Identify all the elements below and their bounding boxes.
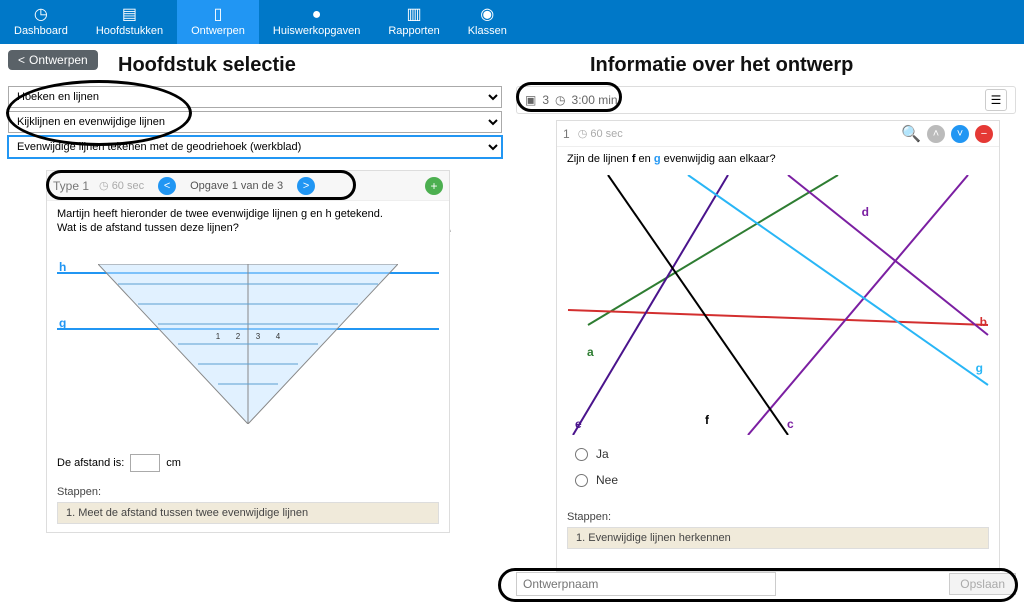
line-label-c: c <box>787 417 794 431</box>
line-label-b: b <box>980 315 987 329</box>
remove-button[interactable]: − <box>975 125 993 143</box>
chevron-up-icon: ˄ <box>933 128 939 140</box>
answer-label: De afstand is: <box>57 457 124 469</box>
back-label: Ontwerpen <box>29 53 88 67</box>
option-no-radio[interactable] <box>575 474 588 487</box>
line-label-g: g <box>59 316 66 330</box>
opgave-preview-card: Type 1 ◷ 60 sec < Opgave 1 van de 3 > + … <box>46 170 450 533</box>
line-label-a: a <box>587 345 594 359</box>
nav-ontwerpen-label: Ontwerpen <box>191 25 245 37</box>
line-label-f: f <box>705 413 709 427</box>
nav-klassen-label: Klassen <box>468 25 507 37</box>
person-icon: ◉ <box>480 7 494 23</box>
opslaan-label: Opslaan <box>960 577 1005 591</box>
svg-text:4: 4 <box>276 332 281 341</box>
opgave-pager: Opgave 1 van de 3 <box>190 180 283 192</box>
answer-input[interactable] <box>130 454 160 472</box>
option-yes-label: Ja <box>596 447 609 461</box>
chevron-right-icon: > <box>303 180 309 192</box>
svg-text:3: 3 <box>256 332 261 341</box>
select-onderwerp[interactable]: Kijklijnen en evenwijdige lijnen <box>8 111 502 133</box>
item-time: ◷ 60 sec <box>578 127 623 140</box>
title-hoofdstuk-selectie: Hoofdstuk selectie <box>118 54 296 77</box>
lines-figure: a b c d e f g <box>567 175 989 435</box>
nav-dashboard-label: Dashboard <box>14 25 68 37</box>
line-label-d: d <box>862 205 869 219</box>
svg-text:2: 2 <box>236 332 241 341</box>
gauge-icon: ◷ <box>34 7 48 23</box>
opgave-type: Type 1 <box>53 179 89 193</box>
steps-header-left: Stappen: <box>47 482 449 502</box>
clock-icon: ◷ <box>555 93 565 107</box>
line-label-g-right: g <box>976 361 983 375</box>
geodriehoek-icon: 1 2 3 4 <box>98 264 398 424</box>
nav-ontwerpen[interactable]: ▯ Ontwerpen <box>177 0 259 44</box>
book-icon: ▤ <box>122 7 137 23</box>
answer-unit: cm <box>166 457 181 469</box>
prev-opgave-button[interactable]: < <box>158 177 176 195</box>
plus-icon: + <box>430 179 437 193</box>
list-icon: ☰ <box>991 93 1002 107</box>
move-up-button[interactable]: ˄ <box>927 125 945 143</box>
line-label-e: e <box>575 417 582 431</box>
ontwerp-time: 3:00 min <box>572 93 618 107</box>
back-button[interactable]: < Ontwerpen <box>8 50 98 70</box>
ontwerp-count: 3 <box>542 93 549 107</box>
chevron-down-icon: ˅ <box>957 128 963 140</box>
file-icon: ▯ <box>214 7 223 23</box>
opslaan-button[interactable]: Opslaan <box>949 573 1016 595</box>
item-number: 1 <box>563 127 570 141</box>
option-yes-radio[interactable] <box>575 448 588 461</box>
nav-rapporten[interactable]: ▥ Rapporten <box>374 0 453 44</box>
nav-huiswerk[interactable]: ● Huiswerkopgaven <box>259 0 374 44</box>
minus-icon: − <box>981 128 987 140</box>
list-view-button[interactable]: ☰ <box>985 89 1007 111</box>
add-opgave-button[interactable]: + <box>425 177 443 195</box>
nav-hoofdstukken[interactable]: ▤ Hoofdstukken <box>82 0 177 44</box>
nav-klassen[interactable]: ◉ Klassen <box>454 0 521 44</box>
ontwerp-item-card: 1 ◷ 60 sec 🔍 ˄ ˅ − Zijn de lijnen f en g… <box>556 120 1000 572</box>
select-hoofdstuk[interactable]: Hoeken en lijnen <box>8 86 502 108</box>
move-down-button[interactable]: ˅ <box>951 125 969 143</box>
step-item-right: 1. Evenwijdige lijnen herkennen <box>567 527 989 549</box>
nav-dashboard[interactable]: ◷ Dashboard <box>0 0 82 44</box>
opgave-time: ◷ 60 sec <box>99 179 144 192</box>
opgave-text-line2: Wat is de afstand tussen deze lijnen? <box>57 221 439 235</box>
title-info-ontwerp: Informatie over het ontwerp <box>590 54 853 77</box>
magnifier-icon: 🔍 <box>901 126 921 143</box>
nav-rapporten-label: Rapporten <box>388 25 439 37</box>
option-no-label: Nee <box>596 473 618 487</box>
chevron-left-icon: < <box>18 53 25 67</box>
chart-icon: ▥ <box>406 7 421 23</box>
next-opgave-button[interactable]: > <box>297 177 315 195</box>
ontwerp-info-bar: ▣ 3 ◷ 3:00 min ☰ <box>516 86 1016 114</box>
option-no[interactable]: Nee <box>575 473 981 487</box>
items-icon: ▣ <box>525 93 536 107</box>
steps-header-right: Stappen: <box>557 507 999 527</box>
option-yes[interactable]: Ja <box>575 447 981 461</box>
chevron-left-icon: < <box>164 180 170 192</box>
step-item-left: 1. Meet de afstand tussen twee evenwijdi… <box>57 502 439 524</box>
nav-hoofdstukken-label: Hoofdstukken <box>96 25 163 37</box>
protractor-figure: h g 1 2 3 4 <box>57 246 439 446</box>
line-label-h: h <box>59 260 66 274</box>
select-werkblad[interactable]: Evenwijdige lijnen tekenen met de geodri… <box>8 136 502 158</box>
opgave-text-line1: Martijn heeft hieronder de twee evenwijd… <box>57 207 439 221</box>
nav-huiswerk-label: Huiswerkopgaven <box>273 25 360 37</box>
alert-icon: ● <box>312 7 322 23</box>
item-question: Zijn de lijnen f en g evenwijdig aan elk… <box>557 147 999 171</box>
zoom-button[interactable]: 🔍 <box>901 124 921 144</box>
svg-text:1: 1 <box>216 332 221 341</box>
ontwerpnaam-input[interactable] <box>516 572 776 596</box>
